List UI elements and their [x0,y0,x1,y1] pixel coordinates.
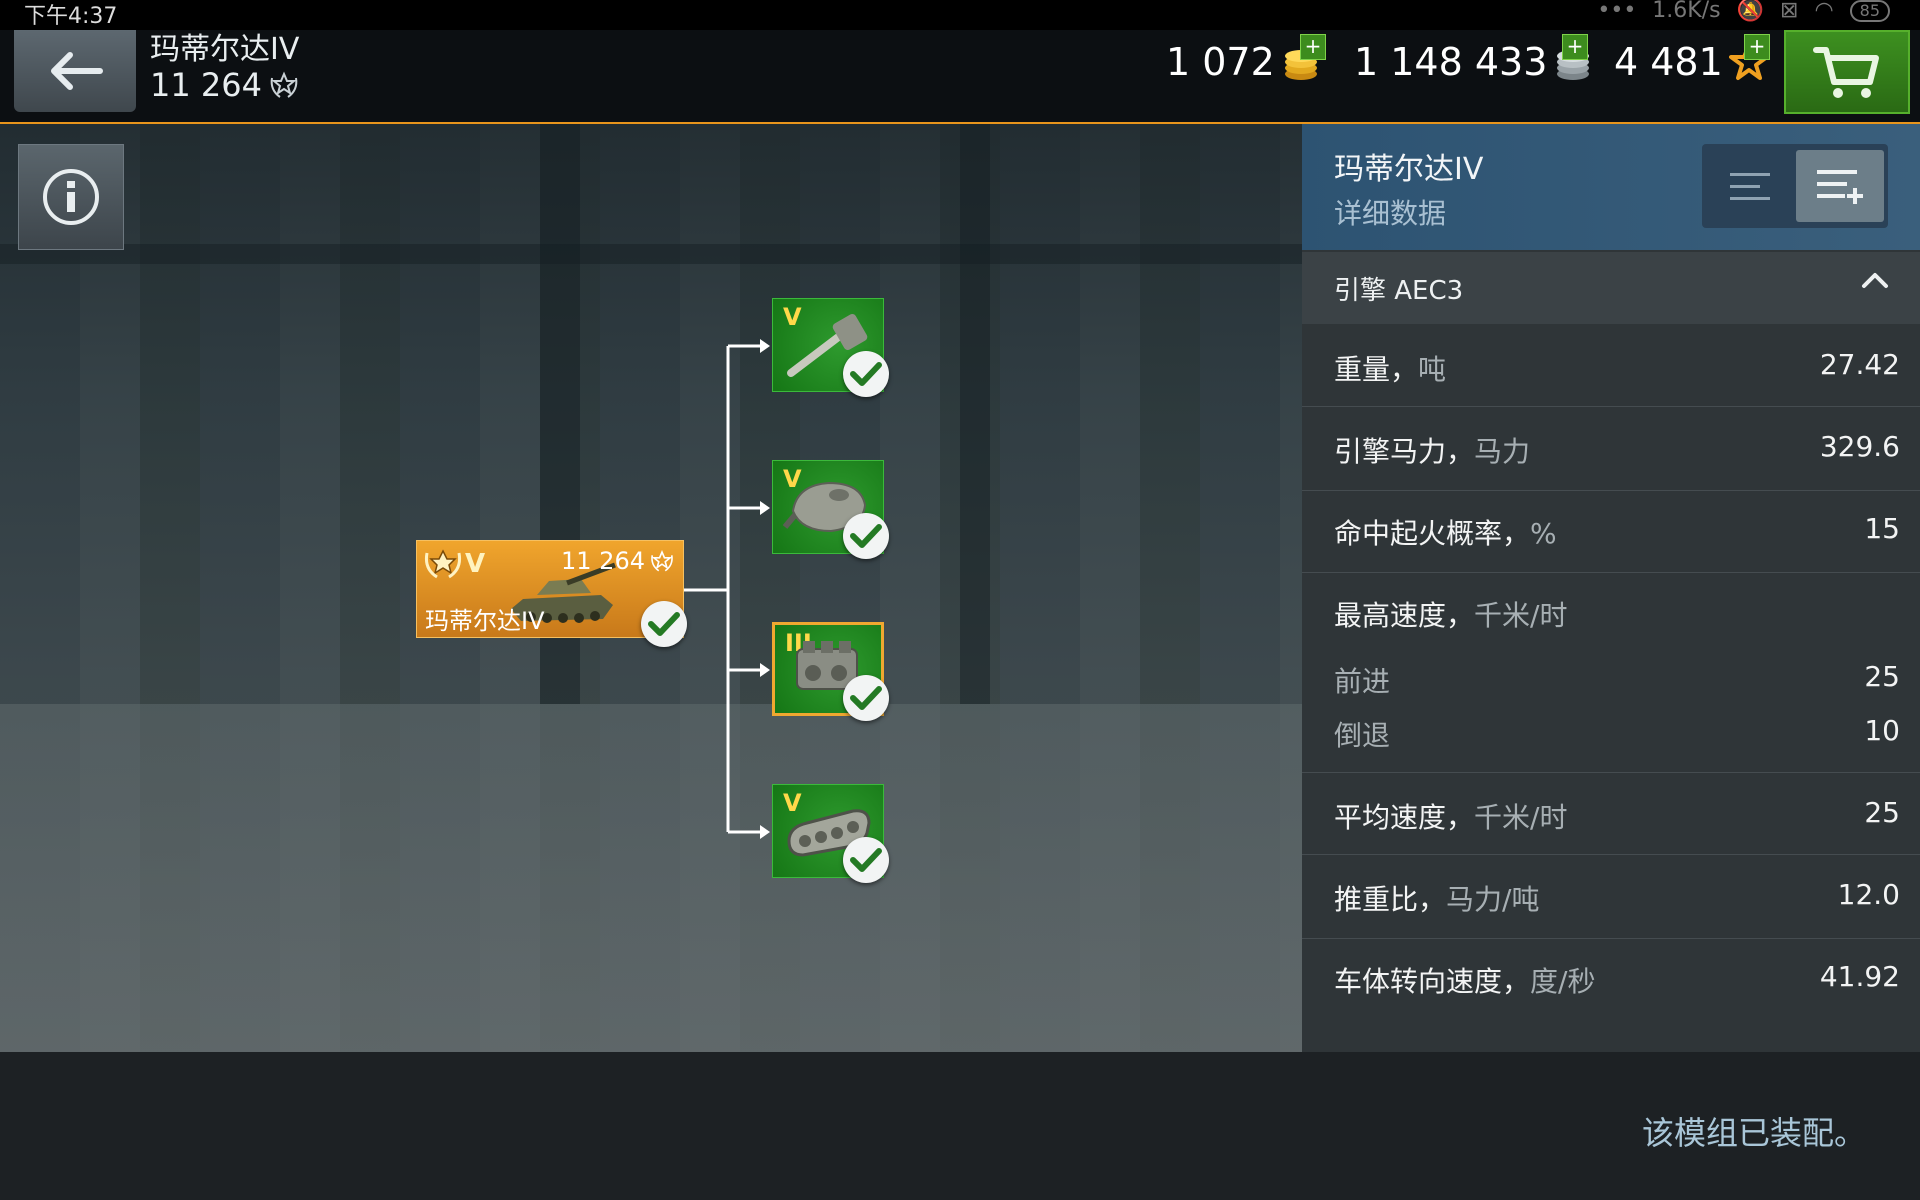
simple-view-button[interactable] [1706,150,1794,222]
stat-label: 车体转向速度，度/秒 [1334,965,1596,998]
section-label: 引擎 AEC3 [1334,276,1464,306]
stat-value: 25 [1864,660,1900,693]
silver-currency[interactable]: 1 148 433 + [1354,34,1597,84]
module-status-message: 该模组已装配。 [1641,1114,1866,1152]
silver-amount: 1 148 433 [1354,40,1548,84]
free-xp-amount: 4 481 [1614,40,1723,84]
list-icon [1730,173,1770,200]
mute-icon: 🔕 [1736,0,1764,23]
wifi-icon: ◠ [1814,0,1834,23]
panel-header: 玛蒂尔达IV 详细数据 [1302,124,1920,250]
module-turret[interactable]: V [772,460,889,559]
stat-label: 最高速度，千米/时 [1334,599,1568,632]
stat-label: 前进 [1334,665,1391,698]
details-panel: 玛蒂尔达IV 详细数据 引擎 AEC3 重量，吨 27.42 引擎马力，马力 3… [1302,124,1920,1052]
tank-node-name: 玛蒂尔达IV [425,607,545,635]
stat-value: 27.42 [1819,348,1900,381]
cart-icon [1813,47,1879,98]
detailed-view-button[interactable] [1796,150,1884,222]
tank-xp: 11 264 [150,66,300,104]
equipped-check-icon [843,675,889,721]
tank-node-xp: 11 264 [561,547,675,575]
tank-node-xp-value: 11 264 [561,547,645,575]
connector-arrow [760,825,770,839]
module-engine[interactable]: III [772,622,889,721]
stat-label: 引擎马力，马力 [1334,435,1531,468]
free-xp-currency[interactable]: 4 481 + [1614,34,1770,84]
hangar-scene: V 11 264 玛蒂尔达IV V V III V [0,124,1302,1052]
stat-label: 重量，吨 [1334,353,1447,386]
tank-xp-value: 11 264 [150,66,262,104]
stat-value: 12.0 [1837,878,1900,911]
equipped-check-icon [843,837,889,883]
stat-label: 推重比，马力/吨 [1334,883,1540,916]
elite-laurel-icon [425,549,461,579]
stat-value: 25 [1864,796,1900,829]
tank-tier: V [465,549,486,579]
stat-value: 15 [1864,512,1900,545]
connector-arrow [760,339,770,353]
equipped-check-icon [843,351,889,397]
chevron-up-icon [1862,273,1888,288]
divider [1302,490,1920,491]
divider [1302,938,1920,939]
stat-label: 平均速度，千米/时 [1334,801,1568,834]
tank-title: 玛蒂尔达IV [150,32,300,67]
status-time: 下午4:37 [24,4,118,29]
tank-node[interactable]: V 11 264 玛蒂尔达IV [416,540,687,647]
panel-title: 玛蒂尔达IV [1334,152,1484,187]
list-add-icon [1817,170,1863,204]
status-icons: ••• 1.6K/s 🔕 ⊠ ◠ 85 [1597,0,1890,23]
more-icon: ••• [1597,0,1637,23]
bottom-bar: 该模组已装配。 [0,1052,1920,1200]
stat-value: 329.6 [1819,430,1900,463]
back-button[interactable] [14,30,136,112]
add-silver-button[interactable]: + [1562,34,1588,60]
module-gun[interactable]: V [772,298,889,397]
network-speed: 1.6K/s [1652,0,1721,23]
xp-laurel-icon [270,71,298,98]
close-notification-icon: ⊠ [1780,0,1799,23]
stat-value: 10 [1864,714,1900,747]
xp-laurel-icon [651,549,673,572]
add-gold-button[interactable]: + [1300,34,1326,60]
divider [1302,772,1920,773]
connector-arrow [760,501,770,515]
stat-value: 41.92 [1819,960,1900,993]
shop-cart-button[interactable] [1784,30,1910,114]
panel-subtitle: 详细数据 [1334,197,1447,230]
gold-amount: 1 072 [1166,40,1275,84]
stat-label: 命中起火概率，% [1334,517,1557,550]
connector-arrow [760,663,770,677]
battery-level: 85 [1849,0,1890,22]
divider [1302,572,1920,573]
equipped-check-icon [641,601,687,647]
module-tracks[interactable]: V [772,784,889,883]
divider [1302,406,1920,407]
top-bar: 玛蒂尔达IV 11 264 1 072 + 1 148 433 + 4 481 [0,30,1920,124]
back-arrow-icon [51,52,103,90]
equipped-check-icon [843,513,889,559]
gold-currency[interactable]: 1 072 + [1166,34,1326,84]
add-free-xp-button[interactable]: + [1744,34,1770,60]
divider [1302,854,1920,855]
stat-label: 倒退 [1334,719,1391,752]
engine-section-header[interactable]: 引擎 AEC3 [1302,252,1920,324]
view-toggle [1702,144,1888,228]
